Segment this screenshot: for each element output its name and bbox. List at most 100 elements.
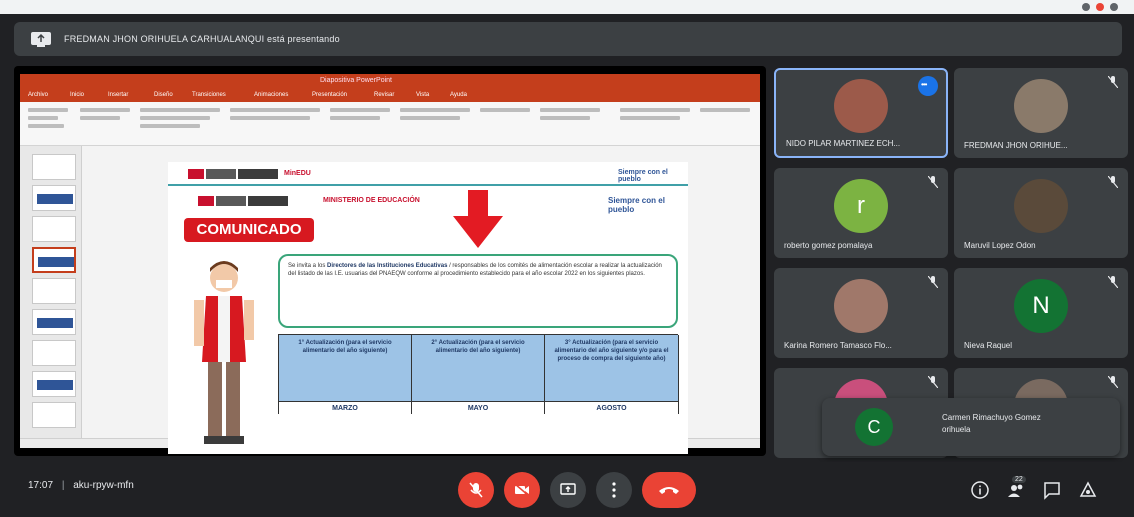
ribbon-control[interactable] [140, 124, 200, 128]
ribbon-control[interactable] [28, 116, 58, 120]
more-options-button[interactable] [596, 472, 632, 508]
ppt-title-text: Diapositiva PowerPoint [320, 77, 392, 84]
participant-tile[interactable]: NIDO PILAR MARTINEZ ECH... [774, 68, 948, 158]
message-intro: Se invita a los [288, 263, 328, 269]
ministry-text: MINISTERIO DE EDUCACIÓN [323, 197, 420, 204]
participant-tile[interactable]: Karina Romero Tamasco Flo... [774, 268, 948, 358]
meeting-info: 17:07 | aku-rpyw-mfn [28, 480, 134, 491]
participant-avatar: N [1014, 278, 1068, 333]
participant-tile[interactable]: Maruvil Lopez Odon [954, 168, 1128, 258]
message-box: Se invita a los Directores de las Instit… [278, 254, 678, 328]
ppt-tab[interactable]: Transiciones [192, 92, 226, 98]
more-options-icon[interactable] [918, 76, 938, 96]
ribbon-control[interactable] [400, 108, 470, 112]
chat-icon[interactable] [1042, 480, 1062, 500]
side-controls: 22 [970, 474, 1120, 506]
presentation-stage: Diapositiva PowerPoint Archivo Inicio Inse… [14, 66, 766, 456]
ppt-tab[interactable]: Insertar [108, 92, 128, 98]
floater-name: Carmen Rimachuyo Gomez orihuela [942, 413, 1041, 434]
ribbon-control[interactable] [540, 116, 590, 120]
call-controls [458, 472, 698, 508]
participant-tile[interactable]: FREDMAN JHON ORIHUE... [954, 68, 1128, 158]
mic-off-button[interactable] [458, 472, 494, 508]
ppt-titlebar: Diapositiva PowerPoint [20, 74, 760, 90]
table-month-cell: AGOSTO [545, 401, 679, 414]
people-button[interactable]: 22 [1006, 476, 1026, 500]
minimize-icon[interactable] [1082, 3, 1090, 11]
slide-thumbnail[interactable] [32, 340, 76, 366]
participant-avatar [834, 278, 888, 333]
ppt-tab[interactable]: Inicio [70, 92, 84, 98]
presenting-text: FREDMAN JHON ORIHUELA CARHUALANQUI está … [64, 34, 340, 44]
end-call-button[interactable] [642, 472, 696, 508]
ribbon-control[interactable] [400, 116, 460, 120]
table-month-cell: MARZO [279, 401, 412, 414]
table-header-cell: 1° Actualización (para el servicio alime… [279, 335, 412, 401]
table-month-cell: MAYO [412, 401, 545, 414]
minedu-brand: MinEDU [284, 170, 311, 177]
ribbon-control[interactable] [80, 116, 120, 120]
ribbon-control[interactable] [480, 108, 530, 112]
meet-window: FREDMAN JHON ORIHUELA CARHUALANQUI está … [0, 0, 1134, 517]
ribbon-control[interactable] [140, 108, 220, 112]
mic-muted-icon [928, 176, 938, 188]
ppt-tab[interactable]: Archivo [28, 92, 48, 98]
mic-muted-icon [1108, 376, 1118, 388]
slide-thumbnail[interactable] [32, 371, 76, 397]
slide-thumbnail[interactable] [32, 309, 76, 335]
ribbon-control[interactable] [28, 108, 68, 112]
participant-name: FREDMAN JHON ORIHUE... [964, 141, 1068, 150]
ppt-tab[interactable]: Ayuda [450, 92, 467, 98]
slide-thumbnail[interactable] [32, 185, 76, 211]
slide-thumbnail[interactable] [32, 216, 76, 242]
slide-thumbnail[interactable] [32, 402, 76, 428]
participant-tile[interactable]: r roberto gomez pomalaya [774, 168, 948, 258]
table-header-cell: 2° Actualización (para el servicio alime… [412, 335, 545, 401]
camera-off-button[interactable] [504, 472, 540, 508]
ppt-tab[interactable]: Animaciones [254, 92, 288, 98]
ribbon-control[interactable] [80, 108, 130, 112]
slide-thumbnail[interactable] [32, 247, 76, 273]
message-bold: Directores de las Instituciones Educativ… [327, 263, 448, 269]
ribbon-control[interactable] [540, 108, 600, 112]
ppt-tab[interactable]: Presentación [312, 92, 347, 98]
participant-tile[interactable]: N Nieva Raquel [954, 268, 1128, 358]
siempre-logo-2: Siempre con el pueblo [608, 196, 665, 214]
ribbon-control[interactable] [28, 124, 64, 128]
powerpoint-window: Diapositiva PowerPoint Archivo Inicio Inse… [20, 74, 760, 454]
mic-muted-icon [928, 276, 938, 288]
ppt-tab[interactable]: Revisar [374, 92, 394, 98]
ribbon-control[interactable] [700, 108, 750, 112]
ribbon-control[interactable] [140, 116, 210, 120]
ribbon-control[interactable] [620, 108, 690, 112]
presenting-banner: FREDMAN JHON ORIHUELA CARHUALANQUI está … [14, 22, 1122, 56]
slide-thumbnails [20, 146, 82, 438]
present-button[interactable] [550, 472, 586, 508]
ribbon-control[interactable] [330, 108, 390, 112]
clock-time: 17:07 [28, 480, 54, 491]
more-icon[interactable] [1110, 3, 1118, 11]
floater-avatar: C [855, 408, 893, 446]
participant-name: Maruvil Lopez Odon [964, 241, 1036, 250]
slide-thumbnail[interactable] [32, 278, 76, 304]
arrow-down-icon [453, 190, 503, 248]
activities-icon[interactable] [1078, 480, 1098, 500]
info-icon[interactable] [970, 480, 990, 500]
window-controls [1082, 3, 1122, 11]
ribbon-control[interactable] [230, 108, 320, 112]
slide-header: MinEDU Siempre con el pueblo [168, 162, 688, 186]
people-icon [1008, 484, 1023, 497]
separator: | [61, 480, 65, 491]
ribbon-control[interactable] [620, 116, 680, 120]
mic-muted-icon [928, 376, 938, 388]
ppt-tab[interactable]: Diseño [154, 92, 173, 98]
ppt-tab[interactable]: Vista [416, 92, 429, 98]
ribbon-control[interactable] [230, 116, 310, 120]
ribbon-control[interactable] [330, 116, 380, 120]
hangup-icon [659, 487, 679, 494]
mic-off-icon [469, 482, 483, 498]
slide-thumbnail[interactable] [32, 154, 76, 180]
participant-avatar [834, 79, 888, 134]
participant-avatar [1014, 178, 1068, 233]
floating-self-tile[interactable]: C Carmen Rimachuyo Gomez orihuela [822, 398, 1120, 456]
